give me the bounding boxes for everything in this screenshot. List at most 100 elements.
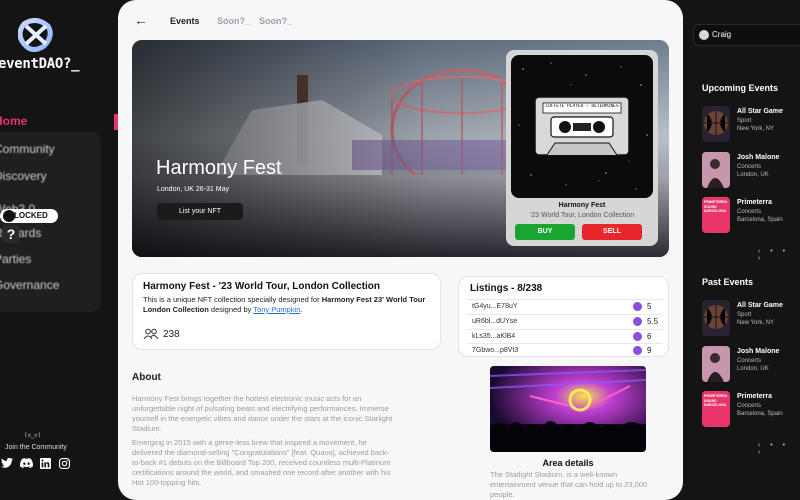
about-heading: About — [132, 372, 161, 383]
event-item[interactable]: PRIMETERRA SOUND BARCELONA Primeterra Co… — [702, 391, 800, 427]
cassette-label: LOFFETE PLAYER — DETERMINES — [545, 104, 619, 109]
user-name: Craig — [712, 30, 732, 39]
venue-image — [490, 366, 646, 452]
left-sidebar: eventDAO?_ Home Community Discovery Web3… — [0, 0, 118, 500]
nav-item-governance[interactable]: Governance — [0, 278, 59, 292]
listing-address: uR6bl...dUYse — [472, 318, 518, 325]
logo-icon[interactable] — [18, 18, 54, 52]
event-item[interactable]: All Star Game Sport New York, NY — [702, 300, 800, 336]
venue-artwork — [490, 366, 646, 452]
nav-item-discovery[interactable]: Discovery — [0, 169, 47, 183]
tab-events[interactable]: Events — [170, 16, 200, 26]
listing-row[interactable]: kLs35...aKlB4 6 — [467, 329, 663, 343]
collection-title: Harmony Fest - '23 World Tour, London Co… — [143, 281, 381, 292]
back-arrow-icon[interactable]: ← — [134, 12, 148, 28]
right-sidebar: Craig Upcoming Events All Star Game Spor… — [683, 0, 800, 500]
lock-icon — [3, 210, 15, 222]
listings-title: Listings - 8/238 — [470, 283, 543, 294]
user-menu[interactable]: Craig — [693, 24, 800, 46]
join-community-link[interactable]: Join the Community — [5, 444, 67, 451]
collection-description: This is a unique NFT collection speciall… — [143, 295, 443, 315]
nav-item-home[interactable]: Home — [0, 114, 27, 128]
event-category: Sport — [737, 312, 752, 318]
event-name: Primeterra — [737, 393, 773, 400]
event-item[interactable]: Josh Malone Concerts London, UK — [702, 152, 800, 188]
buy-button[interactable]: BUY — [515, 224, 575, 240]
listing-address: tG4yu...E78uY — [472, 303, 518, 310]
area-description: The Starlight Stadium, is a well-known e… — [490, 470, 648, 499]
collection-desc-end: . — [300, 305, 303, 314]
listing-price: 5.5 — [647, 317, 659, 326]
instagram-icon[interactable] — [57, 456, 71, 470]
people-icon — [143, 328, 159, 340]
event-item[interactable]: All Star Game Sport New York, NY — [702, 106, 800, 142]
collection-card: Harmony Fest - '23 World Tour, London Co… — [132, 273, 441, 350]
event-name: All Star Game — [737, 108, 783, 115]
sell-button[interactable]: SELL — [582, 224, 642, 240]
token-icon — [633, 317, 642, 326]
listing-address: 7Gbwo...p8Vt3 — [472, 347, 519, 354]
community-face: (ಠ‿ಠ) — [24, 432, 42, 439]
about-paragraph-1: Harmony Fest brings together the hottest… — [132, 394, 393, 433]
event-category: Concerts — [737, 403, 762, 409]
locked-hint: ? — [3, 225, 19, 243]
event-category: Concerts — [737, 209, 762, 215]
list-nft-button[interactable]: List your NFT — [157, 203, 243, 220]
tab-soon-2[interactable]: Soon?_ — [259, 16, 292, 26]
event-location: London, UK — [737, 366, 769, 372]
token-icon — [633, 302, 642, 311]
upcoming-events-title: Upcoming Events — [702, 83, 779, 93]
event-thumbnail — [702, 300, 730, 336]
twitter-icon[interactable] — [0, 456, 14, 470]
discord-icon[interactable] — [19, 456, 33, 470]
event-category: Sport — [737, 118, 752, 124]
past-pager[interactable]: ‹ • • › — [758, 442, 800, 456]
listing-price: 9 — [647, 346, 652, 355]
event-name: Josh Malone — [737, 154, 780, 161]
designer-link[interactable]: Tony Pumpkin — [253, 305, 300, 314]
nav-item-parties[interactable]: Parties — [0, 252, 31, 266]
event-name: Josh Malone — [737, 348, 780, 355]
listing-price: 5 — [647, 302, 652, 311]
event-name: Primeterra — [737, 199, 773, 206]
upcoming-pager[interactable]: ‹ • • › — [758, 248, 800, 262]
token-icon — [633, 346, 642, 355]
listing-address: kLs35...aKlB4 — [472, 333, 516, 340]
event-thumbnail-text: PRIMETERRA SOUND BARCELONA — [704, 200, 728, 213]
logo-text: eventDAO?_ — [0, 56, 80, 72]
cassette-artwork — [518, 62, 648, 190]
nav-item-community[interactable]: Community — [0, 142, 55, 156]
nft-name: Harmony Fest — [558, 202, 606, 209]
holder-count: 238 — [163, 329, 180, 340]
event-location: New York, NY — [737, 320, 775, 326]
about-paragraph-2: Emerging in 2015 with a genre-less brew … — [132, 438, 391, 487]
listing-row[interactable]: tG4yu...E78uY 5 — [467, 299, 663, 313]
event-location: Barcelona, Spain — [737, 217, 783, 223]
social-links — [0, 456, 71, 470]
hero-subtitle: London, UK 26-31 May — [157, 186, 229, 193]
collection-desc-text: This is a unique NFT collection speciall… — [143, 295, 322, 304]
tab-soon-1[interactable]: Soon?_ — [217, 16, 250, 26]
main-panel: ← Events Soon?_ Soon?_ Harmony Fest Lond… — [118, 0, 683, 500]
event-category: Concerts — [737, 164, 762, 170]
event-thumbnail — [702, 152, 730, 188]
event-item[interactable]: Josh Malone Concerts London, UK — [702, 346, 800, 382]
linkedin-icon[interactable] — [38, 456, 52, 470]
listing-row[interactable]: 7Gbwo...p8Vt3 9 — [467, 343, 663, 357]
event-thumbnail — [702, 106, 730, 142]
listing-price: 6 — [647, 332, 652, 341]
nft-card: LOFFETE PLAYER — DETERMINES Harmony Fest… — [506, 50, 658, 246]
event-thumbnail-text: PRIMETERRA SOUND BARCELONA — [704, 394, 728, 407]
nft-image[interactable]: LOFFETE PLAYER — DETERMINES — [511, 55, 653, 198]
collection-desc-text-2: designed by — [208, 305, 254, 314]
avatar — [699, 30, 709, 40]
nft-subtitle: '23 World Tour, London Collection — [529, 212, 635, 219]
event-thumbnail: PRIMETERRA SOUND BARCELONA — [702, 197, 730, 233]
event-thumbnail — [702, 346, 730, 382]
listings-card: Listings - 8/238 tG4yu...E78uY 5 uR6bl..… — [458, 276, 669, 357]
event-category: Concerts — [737, 358, 762, 364]
event-name: All Star Game — [737, 302, 783, 309]
event-item[interactable]: PRIMETERRA SOUND BARCELONA Primeterra Co… — [702, 197, 800, 233]
listing-row[interactable]: uR6bl...dUYse 5.5 — [467, 314, 663, 328]
event-thumbnail: PRIMETERRA SOUND BARCELONA — [702, 391, 730, 427]
